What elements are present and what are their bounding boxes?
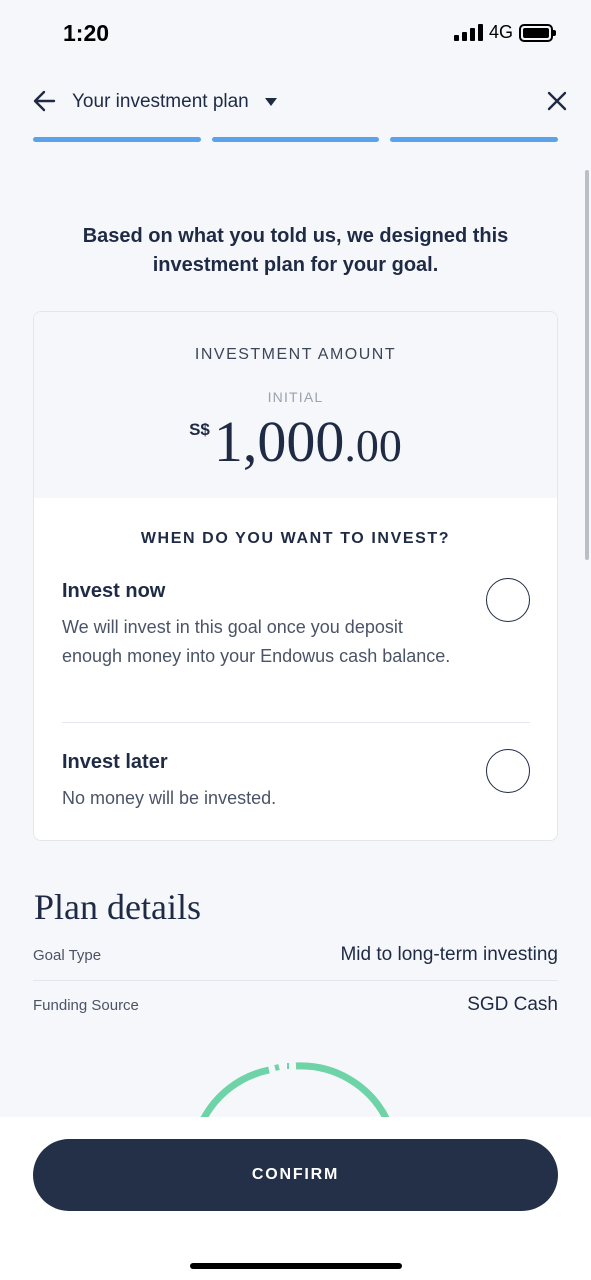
confirm-button[interactable]: CONFIRM bbox=[33, 1139, 558, 1211]
bottom-bar: CONFIRM bbox=[0, 1117, 591, 1280]
amount-cents: .00 bbox=[344, 420, 402, 471]
plan-details-heading: Plan details bbox=[34, 887, 201, 927]
detail-label: Goal Type bbox=[33, 946, 102, 964]
invest-now-radio[interactable] bbox=[486, 578, 530, 622]
amount-main: 1,000 bbox=[213, 409, 345, 474]
option-title: Invest now bbox=[62, 580, 166, 602]
status-time: 1:20 bbox=[63, 20, 110, 46]
progress-step-3 bbox=[390, 137, 559, 142]
option-divider bbox=[62, 722, 530, 723]
detail-row-goal-type: Goal Type Mid to long-term investing bbox=[33, 944, 558, 966]
detail-label: Funding Source bbox=[33, 996, 139, 1014]
option-description: No money will be invested. bbox=[62, 788, 277, 808]
status-bar: 1:20 4G bbox=[0, 0, 591, 66]
when-heading: WHEN DO YOU WANT TO INVEST? bbox=[140, 530, 451, 547]
status-icons: 4G bbox=[453, 22, 556, 43]
detail-divider bbox=[33, 980, 558, 981]
progress-step-1 bbox=[33, 137, 201, 142]
option-description: We will invest in this goal once you dep… bbox=[62, 617, 451, 666]
detail-value: SGD Cash bbox=[467, 994, 558, 1015]
home-indicator[interactable] bbox=[190, 1263, 402, 1269]
close-icon[interactable] bbox=[546, 90, 568, 112]
progress-step-2 bbox=[211, 137, 380, 142]
invest-later-radio[interactable] bbox=[486, 749, 530, 793]
option-title: Invest later bbox=[62, 751, 168, 773]
allocation-gauge bbox=[199, 1062, 391, 1120]
option-invest-now[interactable]: Invest now We will invest in this goal o… bbox=[62, 578, 530, 671]
investment-amount: S$1,000.00 bbox=[34, 408, 557, 475]
intro-text: Based on what you told us, we designed t… bbox=[82, 225, 509, 276]
scrollbar[interactable] bbox=[585, 170, 589, 560]
investment-card: INVESTMENT AMOUNT INITIAL S$1,000.00 WHE… bbox=[33, 311, 558, 841]
back-arrow-icon[interactable] bbox=[32, 88, 58, 114]
initial-label: INITIAL bbox=[267, 389, 324, 405]
network-label: 4G bbox=[488, 22, 513, 42]
currency-symbol: S$ bbox=[189, 420, 210, 439]
signal-icon bbox=[453, 24, 483, 41]
caret-down-icon[interactable] bbox=[265, 98, 277, 106]
battery-icon bbox=[519, 23, 556, 42]
header: Your investment plan bbox=[0, 84, 591, 124]
option-invest-later[interactable]: Invest later No money will be invested. bbox=[62, 749, 530, 813]
detail-row-funding-source: Funding Source SGD Cash bbox=[33, 994, 558, 1016]
investment-amount-label: INVESTMENT AMOUNT bbox=[194, 346, 397, 363]
header-title[interactable]: Your investment plan bbox=[72, 91, 249, 113]
progress-steps bbox=[33, 137, 559, 142]
investment-amount-section: INVESTMENT AMOUNT INITIAL S$1,000.00 bbox=[34, 312, 557, 498]
detail-value: Mid to long-term investing bbox=[340, 944, 558, 965]
